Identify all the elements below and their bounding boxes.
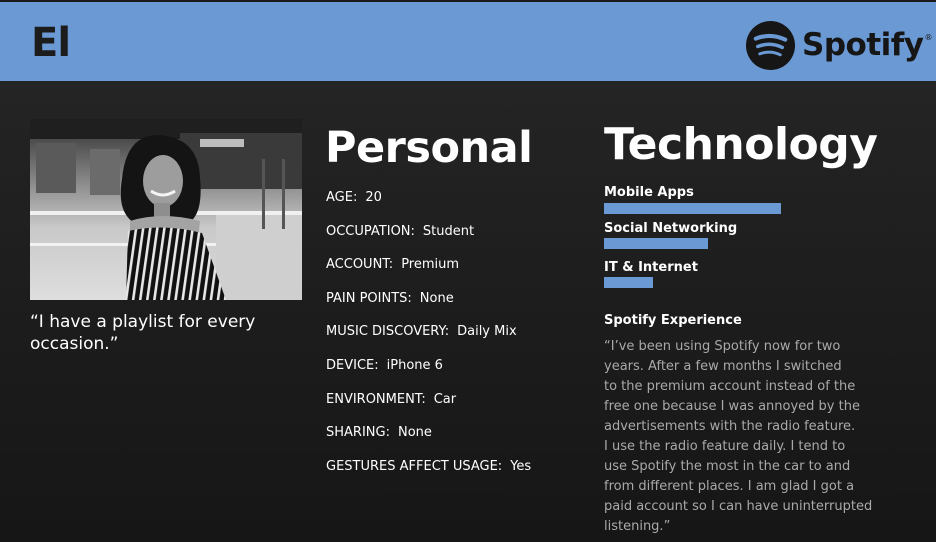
personal-value: Premium: [401, 257, 460, 273]
personal-label: MUSIC DISCOVERY:: [326, 324, 450, 340]
technology-section-title: Technology: [604, 119, 878, 170]
experience-line: paid account so I can have uninterrupted: [604, 499, 873, 514]
skill-bar-social-networking: [604, 238, 708, 249]
personal-label: OCCUPATION:: [326, 223, 415, 239]
personal-label: ENVIRONMENT:: [326, 391, 426, 407]
personal-row-device: DEVICE: iPhone 6: [326, 358, 531, 392]
personal-row-pain-points: PAIN POINTS: None: [326, 291, 531, 325]
spotify-logo-icon: [745, 20, 796, 70]
personal-label: AGE:: [326, 190, 358, 205]
skill-bar-it-internet: [604, 277, 653, 288]
experience-line: I use the radio feature daily. I tend to: [604, 439, 846, 454]
personal-label: DEVICE:: [326, 357, 379, 373]
personal-value: Car: [433, 391, 457, 407]
experience-line: use Spotify the most in the car to and: [604, 459, 851, 474]
personal-row-sharing: SHARING: None: [326, 425, 531, 459]
experience-line: to the premium account instead of the: [604, 379, 856, 394]
experience-line: years. After a few months I switched: [604, 359, 842, 374]
skill-label-mobile-apps: Mobile Apps: [604, 185, 694, 200]
personal-label: ACCOUNT:: [326, 257, 394, 273]
experience-line: free one because I was annoyed by the: [604, 399, 860, 414]
personal-section-title: Personal: [325, 123, 533, 173]
personal-value: None: [419, 290, 454, 306]
personal-label: PAIN POINTS:: [326, 290, 412, 306]
personal-row-gestures: GESTURES AFFECT USAGE: Yes: [326, 459, 531, 493]
experience-text: “I’ve been using Spotify now for two yea…: [604, 337, 873, 537]
personal-label: SHARING:: [326, 425, 390, 441]
personal-value: None: [397, 425, 432, 441]
personal-value: iPhone 6: [386, 357, 443, 373]
spotify-wordmark: Spotify: [802, 26, 924, 63]
experience-line: from different places. I am glad I got a: [604, 479, 855, 494]
header-bar: El Spotify ®: [0, 0, 936, 81]
experience-line: advertisements with the radio feature.: [604, 419, 856, 434]
persona-quote: “I have a playlist for every occasion.”: [30, 312, 256, 354]
personal-label: GESTURES AFFECT USAGE:: [326, 458, 503, 474]
personal-details-list: AGE: 20 OCCUPATION: Student ACCOUNT: Premiu…: [326, 190, 531, 492]
registered-mark: ®: [924, 33, 933, 42]
personal-value: 20: [365, 190, 382, 205]
experience-title: Spotify Experience: [604, 313, 742, 328]
personal-value: Yes: [510, 458, 532, 474]
skill-label-social-networking: Social Networking: [604, 221, 738, 236]
personal-row-age: AGE: 20: [326, 190, 531, 224]
personal-value: Student: [422, 223, 475, 239]
personal-value: Daily Mix: [457, 324, 517, 340]
personal-row-occupation: OCCUPATION: Student: [326, 224, 531, 258]
persona-name: El: [31, 20, 71, 66]
persona-photo: [30, 119, 302, 300]
personal-row-music-discovery: MUSIC DISCOVERY: Daily Mix: [326, 324, 531, 358]
personal-row-account: ACCOUNT: Premium: [326, 257, 531, 291]
experience-line: “I’ve been using Spotify now for two: [604, 339, 841, 354]
personal-row-environment: ENVIRONMENT: Car: [326, 392, 531, 426]
skill-bar-mobile-apps: [604, 203, 781, 214]
spotify-brand: Spotify ®: [745, 19, 932, 71]
skill-label-it-internet: IT & Internet: [604, 260, 698, 275]
experience-line: listening.”: [604, 519, 671, 534]
